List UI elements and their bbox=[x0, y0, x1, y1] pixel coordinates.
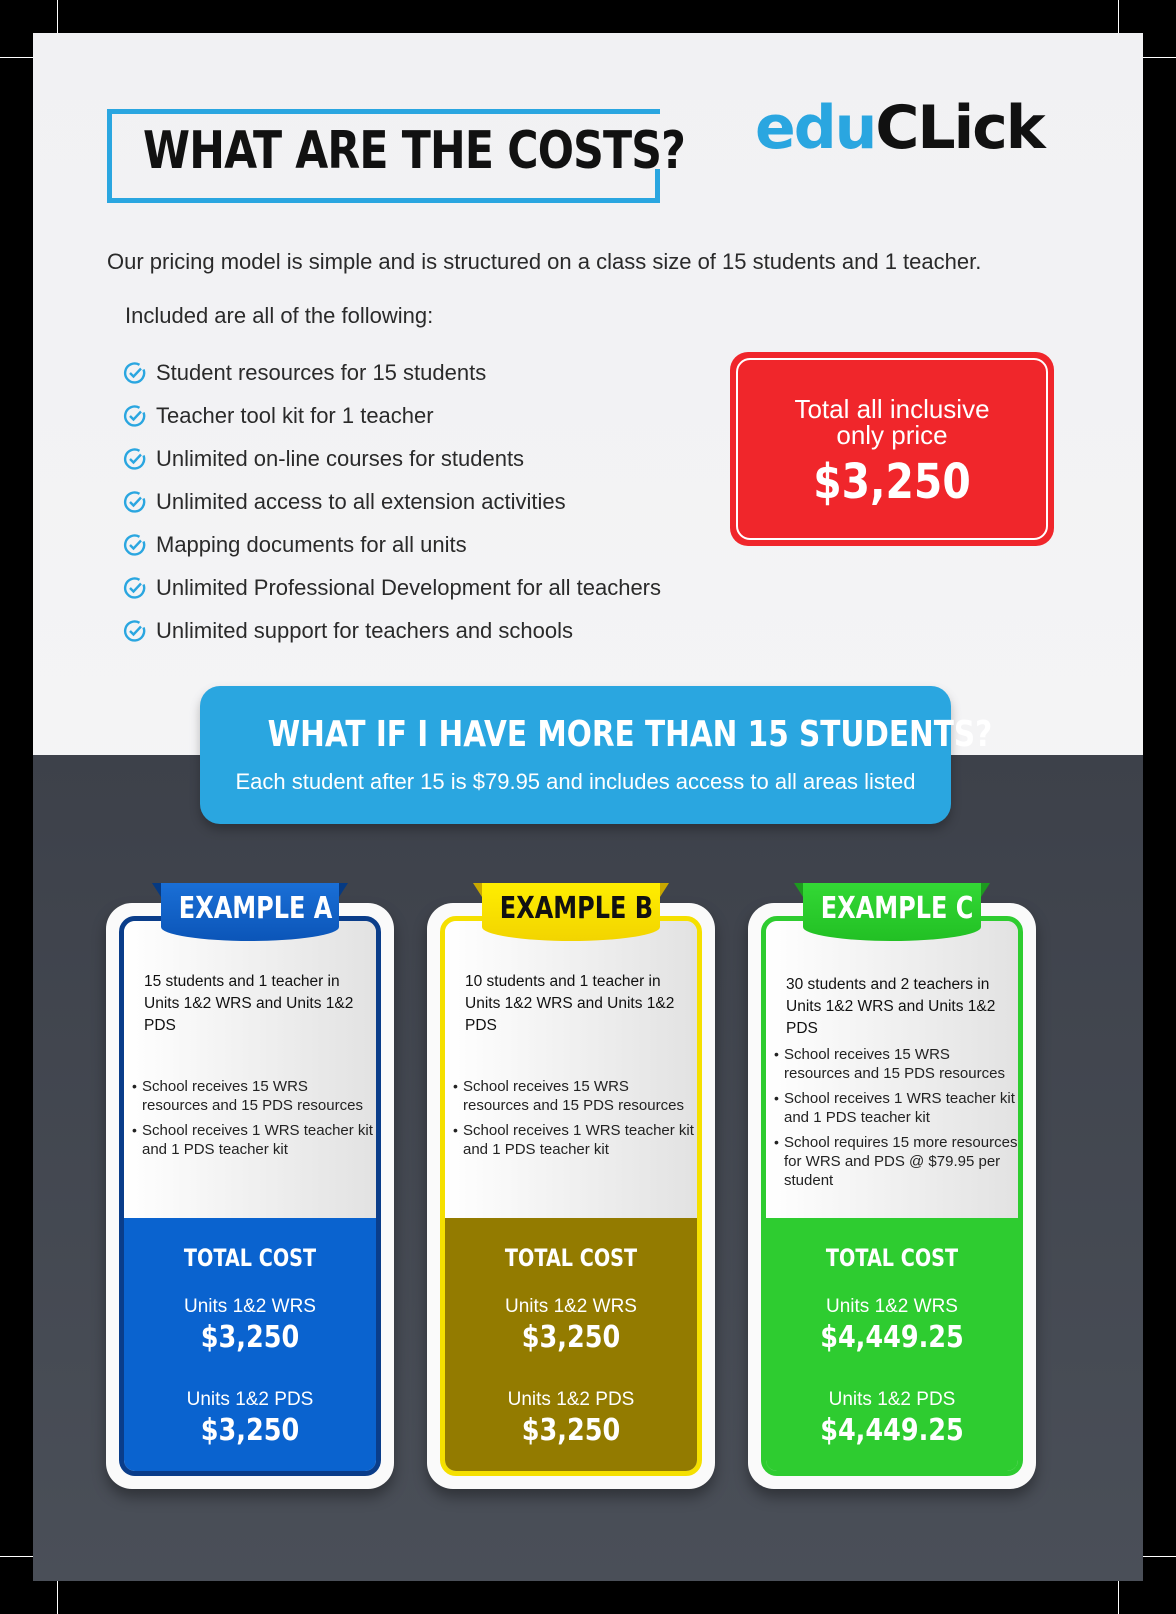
unit-wrs-price: $3,250 bbox=[521, 1320, 621, 1355]
example-bullets: School receives 15 WRS resources and 15 … bbox=[453, 1077, 697, 1165]
list-item: Unlimited support for teachers and schoo… bbox=[123, 609, 661, 652]
check-circle-icon bbox=[123, 533, 146, 556]
price-label: Total all inclusive only price bbox=[794, 394, 990, 450]
list-item: School receives 15 WRS resources and 15 … bbox=[774, 1045, 1018, 1083]
intro-text: Our pricing model is simple and is struc… bbox=[107, 249, 982, 274]
total-cost-panel: TOTAL COST Units 1&2 WRS $3,250 Units 1&… bbox=[445, 1218, 697, 1471]
unit-wrs-price: $4,449.25 bbox=[820, 1320, 964, 1355]
example-ribbon: EXAMPLE A bbox=[152, 883, 348, 941]
unit-pds-label: Units 1&2 PDS bbox=[507, 1389, 635, 1410]
total-cost-panel: TOTAL COST Units 1&2 WRS $3,250 Units 1&… bbox=[124, 1218, 376, 1471]
unit-pds-price: $3,250 bbox=[200, 1413, 300, 1448]
total-cost-panel: TOTAL COST Units 1&2 WRS $4,449.25 Units… bbox=[766, 1218, 1018, 1471]
list-item: School requires 15 more resources for WR… bbox=[774, 1133, 1018, 1190]
unit-wrs-price: $3,250 bbox=[200, 1320, 300, 1355]
unit-wrs-label: Units 1&2 WRS bbox=[184, 1296, 316, 1317]
example-bullets: School receives 15 WRS resources and 15 … bbox=[132, 1077, 376, 1165]
example-description: 10 students and 1 teacher in Units 1&2 W… bbox=[465, 973, 675, 1034]
example-description: 15 students and 1 teacher in Units 1&2 W… bbox=[144, 973, 354, 1034]
unit-wrs-label: Units 1&2 WRS bbox=[826, 1296, 958, 1317]
unit-pds-label: Units 1&2 PDS bbox=[186, 1389, 314, 1410]
example-ribbon: EXAMPLE C bbox=[794, 883, 990, 941]
example-c-card: 30 students and 2 teachers in Units 1&2 … bbox=[748, 883, 1036, 1489]
page-title: WHAT ARE THE COSTS? bbox=[143, 121, 686, 181]
example-title: EXAMPLE A bbox=[178, 891, 333, 926]
check-circle-icon bbox=[123, 447, 146, 470]
example-b-card: 10 students and 1 teacher in Units 1&2 W… bbox=[427, 883, 715, 1489]
check-circle-icon bbox=[123, 361, 146, 384]
example-bullets: School receives 15 WRS resources and 15 … bbox=[774, 1045, 1018, 1196]
list-item: School receives 1 WRS teacher kit and 1 … bbox=[132, 1121, 376, 1159]
check-circle-icon bbox=[123, 576, 146, 599]
more-students-box: WHAT IF I HAVE MORE THAN 15 STUDENTS? Ea… bbox=[200, 686, 993, 824]
example-title: EXAMPLE C bbox=[820, 891, 974, 926]
total-cost-label: TOTAL COST bbox=[504, 1244, 638, 1272]
list-item: Teacher tool kit for 1 teacher bbox=[123, 394, 661, 437]
check-circle-icon bbox=[123, 404, 146, 427]
more-students-subtitle: Each student after 15 is $79.95 and incl… bbox=[235, 769, 916, 794]
more-students-title: WHAT IF I HAVE MORE THAN 15 STUDENTS? bbox=[267, 714, 993, 755]
list-item: Student resources for 15 students bbox=[123, 351, 661, 394]
example-ribbon: EXAMPLE B bbox=[473, 883, 669, 941]
list-item: Unlimited access to all extension activi… bbox=[123, 480, 661, 523]
list-item: Unlimited Professional Development for a… bbox=[123, 566, 661, 609]
unit-pds-price: $3,250 bbox=[521, 1413, 621, 1448]
total-price-box: Total all inclusive only price $3,250 bbox=[730, 352, 1054, 546]
check-circle-icon bbox=[123, 619, 146, 642]
example-a-card: 15 students and 1 teacher in Units 1&2 W… bbox=[106, 883, 394, 1489]
flyer-page: WHAT ARE THE COSTS? eduCLick Our pricing… bbox=[33, 33, 1143, 1581]
example-title: EXAMPLE B bbox=[499, 891, 654, 926]
list-item: School receives 15 WRS resources and 15 … bbox=[132, 1077, 376, 1115]
educlick-logo: eduCLick bbox=[755, 93, 1046, 163]
check-circle-icon bbox=[123, 490, 146, 513]
list-item: Unlimited on-line courses for students bbox=[123, 437, 661, 480]
example-description: 30 students and 2 teachers in Units 1&2 … bbox=[786, 976, 996, 1037]
title-frame: WHAT ARE THE COSTS? bbox=[107, 109, 686, 203]
unit-wrs-label: Units 1&2 WRS bbox=[505, 1296, 637, 1317]
price-value: $3,250 bbox=[813, 454, 971, 510]
included-label: Included are all of the following: bbox=[125, 303, 434, 328]
unit-pds-label: Units 1&2 PDS bbox=[828, 1389, 956, 1410]
list-item: School receives 1 WRS teacher kit and 1 … bbox=[774, 1089, 1018, 1127]
unit-pds-price: $4,449.25 bbox=[820, 1413, 964, 1448]
feature-list: Student resources for 15 students Teache… bbox=[123, 351, 661, 652]
list-item: School receives 1 WRS teacher kit and 1 … bbox=[453, 1121, 697, 1159]
total-cost-label: TOTAL COST bbox=[183, 1244, 317, 1272]
total-cost-label: TOTAL COST bbox=[825, 1244, 959, 1272]
list-item: School receives 15 WRS resources and 15 … bbox=[453, 1077, 697, 1115]
list-item: Mapping documents for all units bbox=[123, 523, 661, 566]
